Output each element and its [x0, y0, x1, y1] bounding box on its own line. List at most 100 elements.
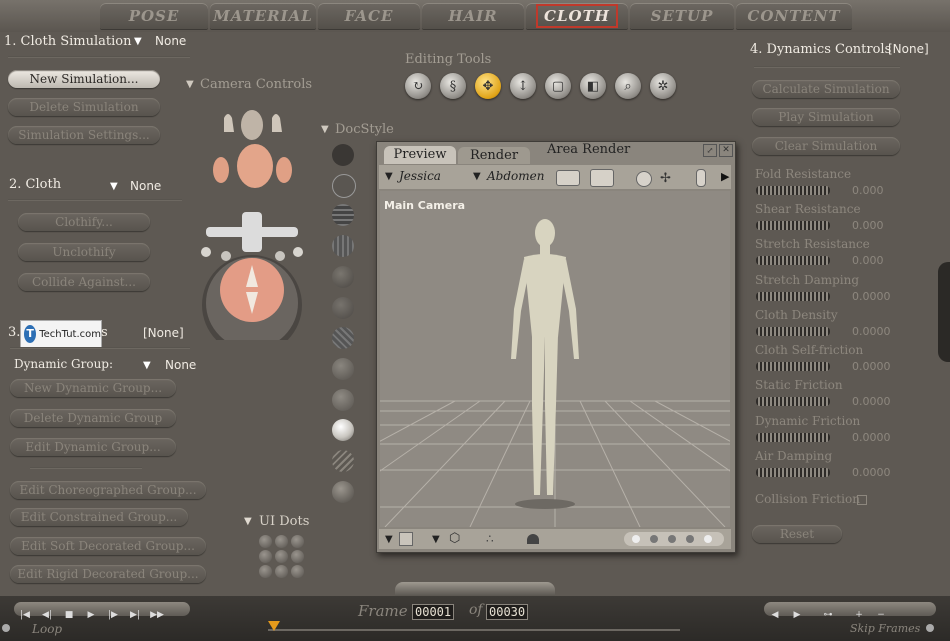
current-frame-field[interactable]: 00001 [412, 604, 455, 620]
param-value[interactable]: 0.0000 [852, 290, 891, 303]
color-icon[interactable]: ✲ [650, 73, 676, 99]
docstyle-silhouette-ball[interactable] [332, 144, 354, 166]
figure-selector[interactable]: Jessica [399, 169, 441, 183]
timeline-playhead[interactable] [268, 621, 280, 631]
docstyle-dropdown-icon[interactable]: ▼ [321, 124, 329, 135]
quick-dot[interactable] [650, 535, 658, 543]
dynamic-group-value[interactable]: None [165, 358, 196, 372]
body-part-selector[interactable]: Abdomen [487, 169, 544, 183]
cloth-dropdown-icon[interactable]: ▼ [110, 181, 118, 192]
light-icon[interactable] [636, 171, 652, 187]
param-dial[interactable] [756, 433, 830, 442]
taper-icon[interactable]: ◧ [580, 73, 606, 99]
next-keyframe-icon[interactable]: ▶ [786, 608, 808, 622]
ui-dot[interactable] [275, 565, 288, 578]
ui-dot[interactable] [259, 565, 272, 578]
param-value[interactable]: 0.000 [852, 219, 884, 232]
play-icon[interactable]: ▶ [80, 608, 102, 622]
section3-value[interactable]: [None] [143, 326, 184, 340]
param-value[interactable]: 0.000 [852, 254, 884, 267]
docstyle-cartoon-lined-ball[interactable] [332, 389, 354, 411]
param-value[interactable]: 0.0000 [852, 395, 891, 408]
translate-icon[interactable]: ✥ [475, 73, 501, 99]
depth-cue-dropdown-icon[interactable]: ▼ [432, 534, 440, 545]
tab-cloth[interactable]: CLOTH [526, 3, 628, 29]
ui-dot[interactable] [275, 550, 288, 563]
tab-pose[interactable]: POSE [100, 3, 208, 29]
ui-dot[interactable] [291, 550, 304, 563]
new-simulation-button[interactable]: New Simulation... [8, 70, 160, 88]
document-options-icon[interactable] [590, 169, 614, 187]
dots-icon[interactable]: ∴ [486, 532, 494, 546]
collision-friction-checkbox[interactable] [857, 495, 867, 505]
stop-icon[interactable]: ■ [58, 608, 80, 622]
tab-render[interactable]: Render [458, 147, 530, 164]
ui-dots-dropdown-icon[interactable]: ▼ [244, 516, 252, 527]
previous-keyframe-icon[interactable]: ◀ [764, 608, 786, 622]
param-value[interactable]: 0.0000 [852, 431, 891, 444]
docstyle-flat-shaded-ball[interactable] [332, 297, 354, 319]
clear-simulation-button[interactable]: Clear Simulation [752, 137, 900, 155]
param-dial[interactable] [756, 186, 830, 195]
toolbar-arrow-icon[interactable]: ▶ [721, 170, 729, 183]
tab-hair[interactable]: HAIR [422, 3, 524, 29]
quick-dot[interactable] [704, 535, 712, 543]
cube-icon[interactable]: ⬡ [449, 531, 460, 546]
delete-dynamic-group-button[interactable]: Delete Dynamic Group [10, 409, 176, 427]
docstyle-hidden-line-ball[interactable] [332, 235, 354, 257]
timeline-scrubber[interactable] [268, 629, 680, 631]
move-icon[interactable]: ✢ [660, 171, 671, 186]
ui-dot[interactable] [275, 535, 288, 548]
translate-in-out-icon[interactable]: ↕ [510, 73, 536, 99]
tab-area-render[interactable]: Area Render [547, 142, 630, 157]
ui-dot[interactable] [259, 550, 272, 563]
maximize-icon[interactable]: ⤢ [703, 144, 717, 157]
close-icon[interactable]: ✕ [719, 144, 733, 157]
cloth-simulation-dropdown-icon[interactable]: ▼ [134, 36, 142, 47]
step-forward-icon[interactable]: |▶ [102, 608, 124, 622]
param-dial[interactable] [756, 292, 830, 301]
docstyle-flat-lined-ball[interactable] [332, 327, 354, 349]
tab-content[interactable]: CONTENT [736, 3, 852, 29]
camera-controls-widget[interactable] [198, 100, 306, 340]
delete-keyframe-icon[interactable]: − [870, 608, 892, 622]
param-value[interactable]: 0.0000 [852, 325, 891, 338]
clothify-button[interactable]: Clothify... [18, 213, 150, 231]
edit-rigid-decorated-group-button[interactable]: Edit Rigid Decorated Group... [10, 565, 206, 583]
param-value[interactable]: 0.000 [852, 184, 884, 197]
docstyle-texture-shaded-ball[interactable] [332, 481, 354, 503]
quick-dot[interactable] [632, 535, 640, 543]
tab-face[interactable]: FACE [318, 3, 420, 29]
edit-soft-decorated-group-button[interactable]: Edit Soft Decorated Group... [10, 537, 206, 555]
simulation-settings-button[interactable]: Simulation Settings... [8, 126, 160, 144]
total-frames-field[interactable]: 00030 [486, 604, 529, 620]
figure-dropdown-icon[interactable]: ▼ [385, 171, 393, 182]
ground-shadow-icon[interactable] [527, 534, 539, 544]
param-dial[interactable] [756, 256, 830, 265]
param-dial[interactable] [756, 221, 830, 230]
unclothify-button[interactable]: Unclothify [18, 243, 150, 261]
docstyle-smooth-lined-ball[interactable] [332, 450, 354, 472]
magnify-icon[interactable]: ⌕ [615, 73, 641, 99]
param-dial[interactable] [756, 362, 830, 371]
slider-handle-icon[interactable] [696, 169, 706, 187]
skip-frames-indicator[interactable] [926, 624, 934, 632]
dynamics-value[interactable]: [None] [888, 42, 929, 56]
step-back-icon[interactable]: ◀| [36, 608, 58, 622]
viewport[interactable] [380, 191, 730, 527]
docstyle-lit-wireframe-ball[interactable] [332, 266, 354, 288]
quick-dot[interactable] [668, 535, 676, 543]
ui-dot[interactable] [291, 565, 304, 578]
param-dial[interactable] [756, 397, 830, 406]
shadow-dropdown-icon[interactable]: ▼ [385, 534, 393, 545]
tab-material[interactable]: MATERIAL [210, 3, 316, 29]
reset-button[interactable]: Reset [752, 525, 842, 543]
add-keyframe-icon[interactable]: + [848, 608, 870, 622]
edit-constrained-group-button[interactable]: Edit Constrained Group... [10, 508, 188, 526]
tab-setup[interactable]: SETUP [630, 3, 734, 29]
end-icon[interactable]: ▶▶ [146, 608, 168, 622]
go-to-end-icon[interactable]: ▶| [124, 608, 146, 622]
docstyle-cartoon-ball[interactable] [332, 358, 354, 380]
edit-choreographed-group-button[interactable]: Edit Choreographed Group... [10, 481, 206, 499]
quick-dot[interactable] [686, 535, 694, 543]
